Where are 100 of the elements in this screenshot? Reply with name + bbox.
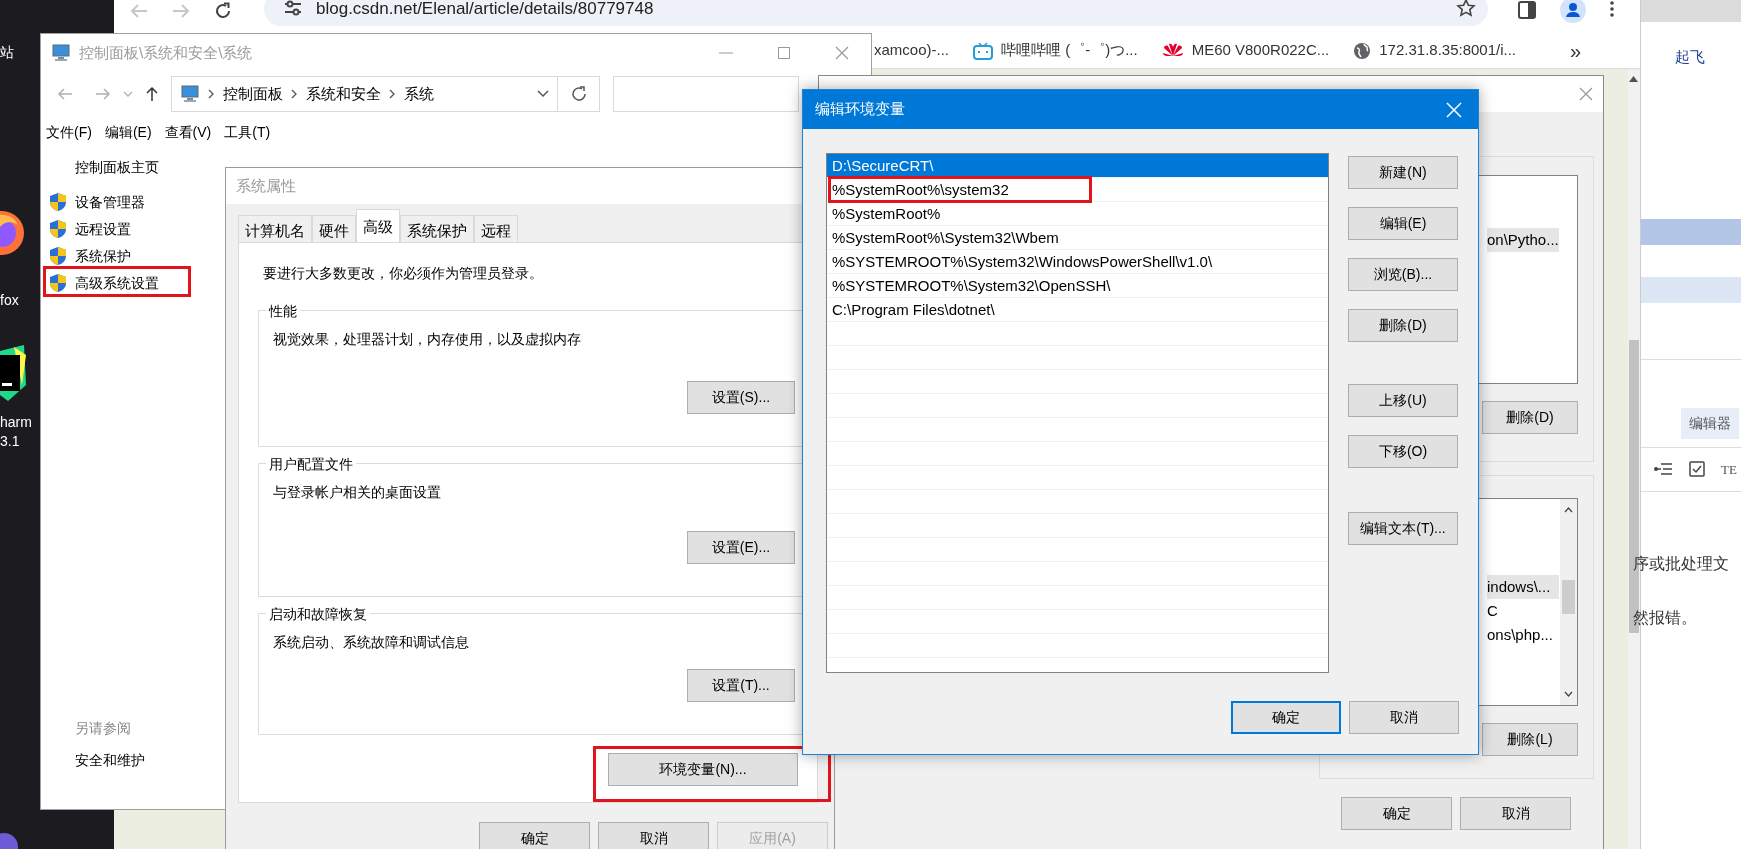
editor-tab[interactable]: 编辑器 (1681, 407, 1739, 439)
group-description: 与登录帐户相关的桌面设置 (273, 483, 442, 502)
shield-icon (49, 246, 67, 266)
bookmark-link[interactable]: ME60 V800R022C... (1191, 39, 1330, 62)
desktop-icon-label: harm (0, 413, 32, 432)
dialog-button[interactable]: 下移(O) (1348, 435, 1458, 468)
settings-button[interactable]: 设置(E)... (687, 531, 795, 564)
dialog-button[interactable]: 新建(N) (1348, 156, 1458, 189)
menu-icon[interactable] (1610, 1, 1614, 17)
site-settings-icon[interactable] (284, 0, 302, 16)
breadcrumb-item[interactable]: 控制面板 (223, 82, 283, 106)
list-item[interactable]: %SystemRoot%\System32\Wbem (827, 226, 1328, 250)
dialog-button[interactable]: 确定 (1341, 797, 1452, 830)
shield-icon (49, 273, 67, 293)
dialog-button[interactable]: 删除(D) (1348, 309, 1458, 342)
scrollbar-thumb[interactable] (1562, 580, 1575, 614)
refresh-icon[interactable] (569, 85, 588, 103)
computer-icon (180, 85, 200, 103)
task-link[interactable]: 设备管理器 (75, 191, 145, 213)
dialog-button[interactable]: 确定 (479, 822, 590, 849)
list-item[interactable]: C:\Program Files\dotnet\ (827, 298, 1328, 322)
delete-button[interactable]: 删除(D) (1482, 401, 1578, 434)
address-field[interactable]: 控制面板 系统和安全 系统 (171, 76, 558, 112)
scroll-down-icon[interactable] (1564, 691, 1573, 697)
task-link[interactable]: 系统保护 (75, 245, 131, 267)
task-link[interactable]: 远程设置 (75, 218, 131, 240)
dialog-button[interactable]: 取消 (1349, 701, 1459, 734)
bookmark-link[interactable]: xamcoo)-... (874, 39, 949, 62)
dialog-button[interactable]: 编辑文本(T)... (1348, 512, 1458, 545)
tab[interactable]: 远程 (474, 215, 518, 242)
dialog-button[interactable]: 取消 (1460, 797, 1571, 830)
paragraph: 然报错。 (1633, 608, 1698, 628)
desktop-icon-label: fox (0, 291, 19, 310)
address-bar[interactable]: blog.csdn.net/Elenal/article/details/80779748 (264, 0, 1488, 26)
settings-button[interactable]: 设置(T)... (687, 669, 795, 702)
chevron-icon (389, 89, 396, 99)
tab[interactable]: 系统保护 (400, 215, 474, 242)
desktop-icon-label: 站 (0, 43, 14, 62)
breadcrumb-item[interactable]: 系统 (404, 82, 434, 106)
tab[interactable]: 硬件 (312, 215, 356, 242)
search-field[interactable] (613, 76, 799, 112)
menu-item[interactable]: 编辑(E) (104, 122, 152, 143)
indent-icon[interactable] (1653, 461, 1673, 478)
scroll-up-icon[interactable] (1564, 507, 1573, 513)
list-item[interactable]: %SystemRoot%\system32 (827, 178, 1328, 202)
close-icon[interactable] (1579, 87, 1593, 101)
bookmark-star-icon[interactable] (1456, 0, 1476, 18)
dropdown-icon[interactable] (537, 90, 549, 98)
bookmarks-overflow-button[interactable]: » (1570, 35, 1582, 66)
dialog-button[interactable]: 上移(U) (1348, 384, 1458, 417)
profile-icon[interactable] (1560, 0, 1586, 23)
dialog-button[interactable]: 取消 (598, 822, 709, 849)
delete-button[interactable]: 删除(L) (1482, 723, 1578, 756)
list-item[interactable]: ons\php... (1487, 623, 1559, 647)
menu-item[interactable]: 查看(V) (164, 122, 212, 143)
maximize-icon[interactable] (778, 47, 790, 59)
close-icon[interactable] (835, 46, 849, 60)
side-panel-icon[interactable] (1518, 1, 1536, 19)
computer-icon (51, 44, 71, 62)
tv-icon[interactable] (973, 41, 993, 60)
task-list-icon[interactable] (1689, 461, 1705, 478)
environment-variables-button[interactable]: 环境变量(N)... (608, 753, 798, 786)
section-heading: 另请参阅 (75, 719, 132, 738)
list-item[interactable]: C (1487, 599, 1559, 623)
chevron-icon (291, 89, 298, 99)
formula-button[interactable]: TE (1721, 459, 1737, 479)
dialog-button[interactable]: 编辑(E) (1348, 207, 1458, 240)
refresh-button[interactable] (558, 76, 600, 112)
globe-icon[interactable] (1353, 41, 1372, 60)
breadcrumb-item[interactable]: 系统和安全 (306, 82, 381, 106)
up-icon[interactable] (145, 86, 159, 102)
scroll-up-icon[interactable] (1629, 76, 1638, 82)
paragraph: 序或批处理文 (1633, 554, 1730, 574)
nav-link[interactable]: 控制面板主页 (75, 157, 221, 178)
settings-button[interactable]: 设置(S)... (687, 381, 795, 414)
tab[interactable]: 计算机名 (238, 215, 312, 242)
task-link[interactable]: 高级系统设置 (75, 272, 159, 294)
list-item[interactable]: %SYSTEMROOT%\System32\OpenSSH\ (827, 274, 1328, 298)
tab[interactable]: 高级 (356, 209, 400, 242)
dialog-button[interactable]: 浏览(B)... (1348, 258, 1458, 291)
menu-item[interactable]: 文件(F) (46, 122, 92, 143)
notice-text: 要进行大多数更改，你必须作为管理员登录。 (263, 264, 544, 283)
bookmark-link[interactable]: 172.31.8.35:8001/i... (1379, 39, 1517, 62)
reload-icon[interactable] (214, 2, 232, 20)
list-item[interactable]: on\Pytho... (1487, 228, 1559, 252)
ok-button[interactable]: 确定 (1231, 701, 1341, 734)
bookmark-link[interactable]: 哔哩哔哩 (゜-゜)つ... (1001, 39, 1138, 62)
list-item[interactable]: D:\SecureCRT\ (827, 154, 1328, 178)
desktop-icon-label: 3.1 (0, 432, 20, 451)
list-item[interactable]: %SYSTEMROOT%\System32\WindowsPowerShell\v1.0\ (827, 250, 1328, 274)
scrollbar[interactable] (1560, 499, 1577, 705)
list-item[interactable]: indows\... (1487, 575, 1559, 599)
menu-item[interactable]: 工具(T) (224, 122, 271, 143)
shield-icon (49, 219, 67, 239)
group-description: 系统启动、系统故障和调试信息 (273, 633, 470, 652)
nav-link[interactable]: 安全和维护 (75, 750, 221, 771)
app-icon[interactable] (0, 831, 18, 849)
page-header-link[interactable]: 起飞 (1675, 46, 1741, 69)
pycharm-icon[interactable] (0, 345, 26, 401)
list-item[interactable]: %SystemRoot% (827, 202, 1328, 226)
